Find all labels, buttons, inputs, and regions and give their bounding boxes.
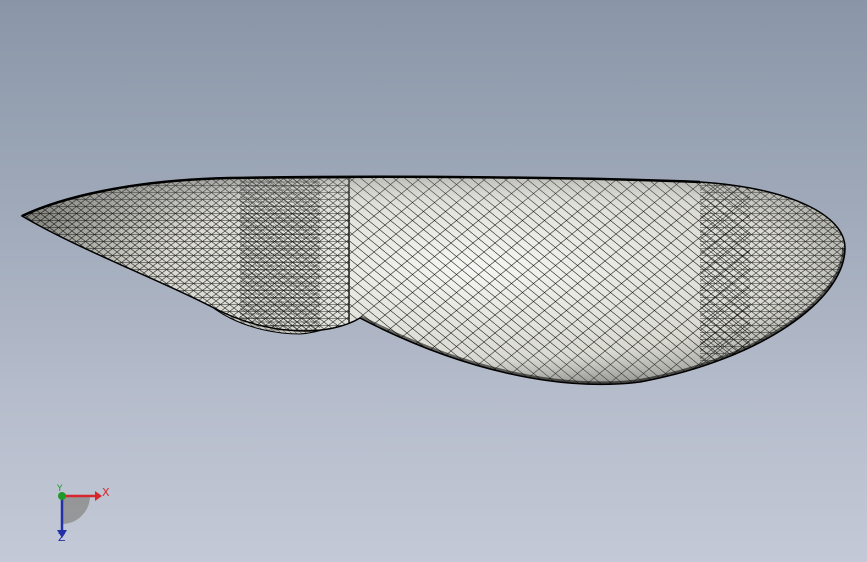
triad-x-label: X bbox=[102, 486, 110, 499]
triad-z-label: Z bbox=[58, 531, 66, 544]
mesh-hull-model[interactable] bbox=[0, 0, 867, 562]
view-orientation-triad: X Y Z bbox=[40, 478, 120, 548]
graphics-viewport[interactable]: X Y Z bbox=[0, 0, 867, 562]
triad-y-label: Y bbox=[57, 484, 63, 494]
